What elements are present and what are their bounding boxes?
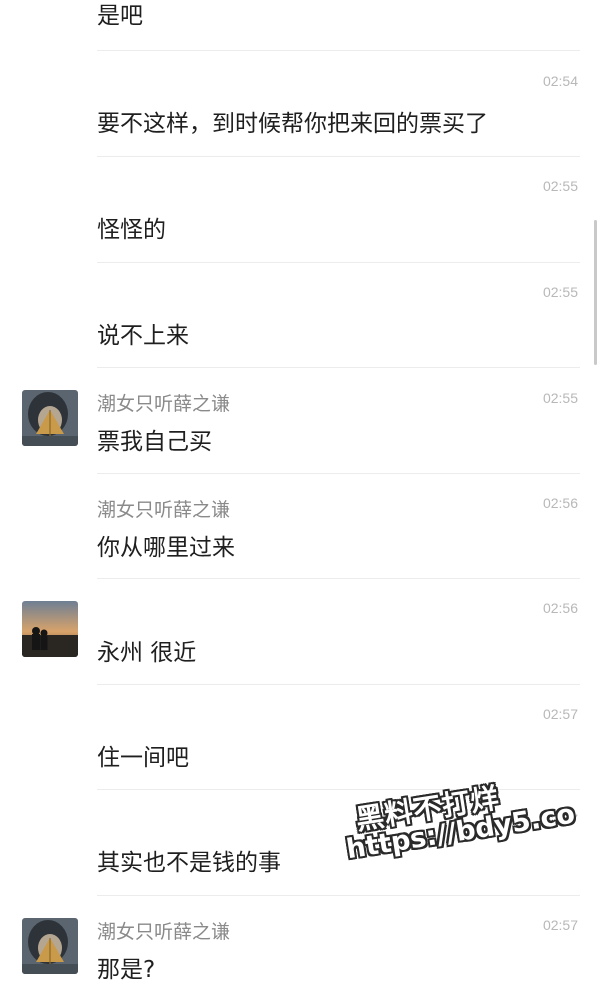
avatar-girl-with-leaf-icon: [22, 918, 78, 974]
message-text: 票我自己买: [97, 429, 212, 455]
scrollbar[interactable]: [594, 220, 597, 365]
avatar-couple-sunset-icon: [22, 601, 78, 657]
message-time: 02:57: [542, 917, 578, 933]
message-text: 住一间吧: [97, 745, 189, 771]
message-text: 怪怪的: [97, 217, 166, 243]
message-text: 永州 很近: [97, 640, 197, 666]
sender-name: 潮女只听薛之谦: [97, 499, 231, 521]
divider: [97, 895, 580, 896]
message-text: 你从哪里过来: [97, 535, 235, 561]
divider: [97, 578, 580, 579]
message-time: 02:55: [542, 390, 578, 406]
watermark: 黑料不打烊 https://bdy5.co: [340, 772, 577, 866]
message-time: 02:56: [542, 495, 578, 511]
sender-name: 潮女只听薛之谦: [97, 921, 231, 943]
message-text: 那是?: [97, 957, 156, 983]
sender-name: 潮女只听薛之谦: [97, 393, 231, 415]
message-time: 02:54: [542, 73, 578, 89]
divider: [97, 156, 580, 157]
message-text: 说不上来: [97, 323, 189, 349]
divider: [97, 684, 580, 685]
divider: [97, 50, 580, 51]
message-time: 02:56: [542, 600, 578, 616]
avatar[interactable]: [22, 918, 78, 974]
message-time: 02:55: [542, 178, 578, 194]
avatar[interactable]: [22, 601, 78, 657]
message-text: 要不这样，到时候帮你把来回的票买了: [97, 111, 488, 137]
message-text: 是吧: [97, 3, 143, 29]
avatar-girl-with-leaf-icon: [22, 390, 78, 446]
message-time: 02:55: [542, 284, 578, 300]
divider: [97, 473, 580, 474]
avatar[interactable]: [22, 390, 78, 446]
divider: [97, 367, 580, 368]
message-text: 其实也不是钱的事: [97, 850, 281, 876]
divider: [97, 262, 580, 263]
message-time: 02:57: [542, 706, 578, 722]
